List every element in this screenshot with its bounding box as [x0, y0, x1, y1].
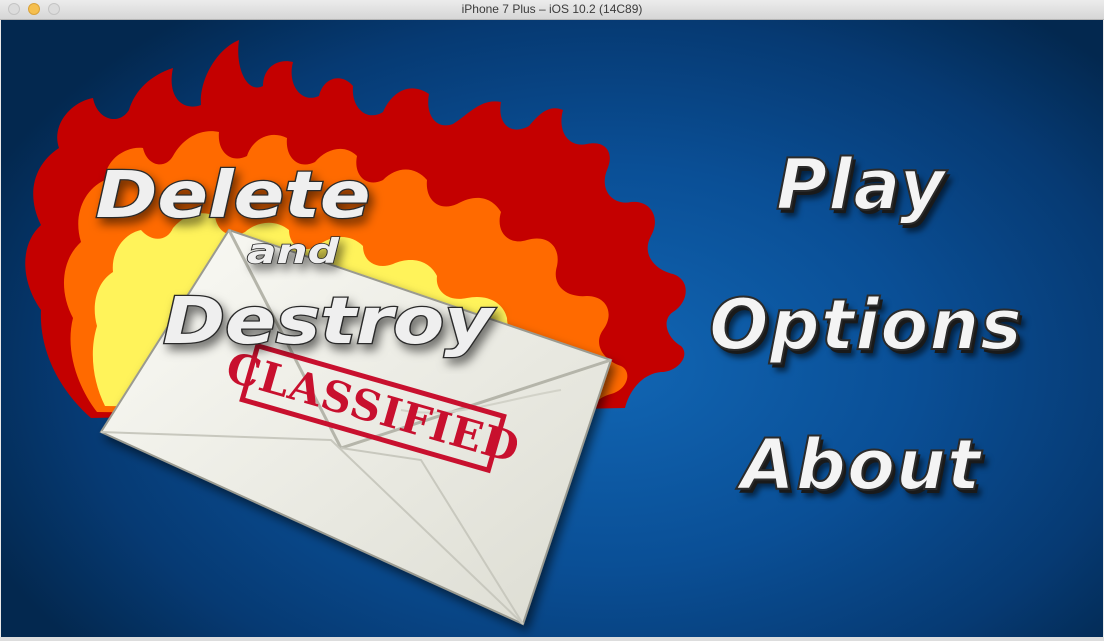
window-bottom-edge [0, 637, 1104, 641]
options-button[interactable]: Options [686, 283, 1046, 367]
simulator-window: iPhone 7 Plus – iOS 10.2 (14C89) CLASSIF… [0, 0, 1104, 641]
about-button[interactable]: About [701, 423, 1021, 507]
play-button[interactable]: Play [731, 143, 991, 227]
window-title: iPhone 7 Plus – iOS 10.2 (14C89) [461, 2, 643, 16]
title-bar[interactable]: iPhone 7 Plus – iOS 10.2 (14C89) [0, 0, 1104, 20]
logo-word-and: and [247, 232, 340, 272]
game-screen: CLASSIFIED Delete and Destroy Play Optio… [1, 20, 1103, 637]
logo-word-delete: Delete [96, 159, 371, 233]
logo-word-destroy: Destroy [163, 285, 496, 359]
